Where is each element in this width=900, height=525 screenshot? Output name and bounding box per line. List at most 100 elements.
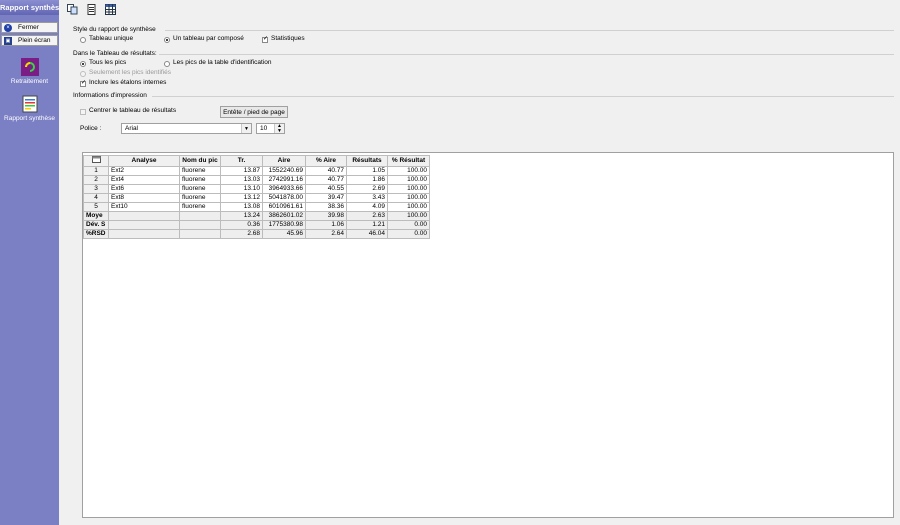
per-compound-radio[interactable]: [164, 37, 170, 43]
results-group-divider: [159, 54, 894, 55]
cell-result-pct: 100.00: [387, 175, 430, 185]
cell-peak-name: fluorene: [179, 184, 221, 194]
col-header-analysis[interactable]: Analyse: [108, 155, 180, 167]
cell-peak-name: fluorene: [179, 202, 221, 212]
reprocess-label: Retraitement: [10, 78, 49, 85]
single-table-radio[interactable]: [80, 37, 86, 43]
table-row[interactable]: 3 Ext6 fluorene 13.10 3964933.66 40.55 2…: [83, 184, 430, 194]
single-table-label: Tableau unique: [89, 35, 134, 42]
cell-analysis: Ext10: [108, 202, 180, 212]
sidebar-title: Rapport synthèse: [0, 0, 59, 15]
col-header-area[interactable]: Aire: [262, 155, 306, 167]
cell-rt: 13.03: [220, 175, 263, 185]
print-group-title: Informations d'impression: [73, 92, 147, 99]
summary-row-mean: Moye 13.24 3862601.02 39.98 2.63 100.00: [83, 211, 430, 221]
reprocess-tool[interactable]: Retraitement: [0, 58, 59, 85]
summary-label: Dév. S: [83, 220, 109, 230]
row-number: 1: [83, 166, 109, 176]
table-icon[interactable]: [105, 4, 116, 15]
cell-area-pct: 38.36: [305, 202, 347, 212]
cell-area: 3964933.66: [262, 184, 306, 194]
cell-results: 2.63: [346, 211, 388, 221]
table-row[interactable]: 5 Ext10 fluorene 13.08 6010961.61 38.36 …: [83, 202, 430, 212]
cell-result-pct: 100.00: [387, 166, 430, 176]
cell-area: 1775380.98: [262, 220, 306, 230]
cell-analysis: [108, 211, 180, 221]
header-footer-button[interactable]: Entête / pied de page: [220, 106, 288, 118]
font-size-spinner[interactable]: 10 ▲ ▼: [256, 123, 285, 134]
cell-result-pct: 100.00: [387, 202, 430, 212]
cell-results: 1.21: [346, 220, 388, 230]
results-group-title: Dans le Tableau de résultats:: [73, 50, 157, 57]
cell-results: 1.05: [346, 166, 388, 176]
identified-only-label: Seulement les pics identifiés: [89, 69, 172, 76]
col-header-area-pct[interactable]: % Aire: [305, 155, 347, 167]
cell-analysis: Ext4: [108, 175, 180, 185]
cell-results: 46.04: [346, 229, 388, 239]
cell-rt: 13.08: [220, 202, 263, 212]
summary-report-tool[interactable]: Rapport synthèse: [0, 95, 59, 122]
fullscreen-icon: ▣: [4, 37, 12, 45]
include-internal-std-label: Inclure les étalons internes: [89, 79, 167, 86]
center-table-checkbox[interactable]: [80, 109, 86, 115]
spinner-arrows-icon[interactable]: ▲ ▼: [274, 124, 284, 134]
cell-result-pct: 100.00: [387, 211, 430, 221]
cell-rt: 13.87: [220, 166, 263, 176]
cell-area-pct: 40.77: [305, 166, 347, 176]
statistics-checkbox[interactable]: [262, 35, 268, 43]
chevron-down-icon[interactable]: ▼: [241, 124, 251, 133]
col-header-results[interactable]: Résultats: [346, 155, 388, 167]
center-table-label: Centrer le tableau de résultats: [89, 107, 177, 114]
style-group-title: Style du rapport de synthèse: [73, 26, 156, 33]
cell-area: 5041878.00: [262, 193, 306, 203]
cell-analysis: Ext2: [108, 166, 180, 176]
results-table: Analyse Nom du pic Tr. Aire % Aire Résul…: [83, 155, 430, 239]
close-button[interactable]: × Fermer: [1, 22, 58, 33]
table-row[interactable]: 4 Ext8 fluorene 13.12 5041878.00 39.47 3…: [83, 193, 430, 203]
cell-rt: 13.12: [220, 193, 263, 203]
cell-result-pct: 0.00: [387, 229, 430, 239]
col-header-result-pct[interactable]: % Résultat: [387, 155, 430, 167]
cell-peak-name: fluorene: [179, 175, 221, 185]
cell-area-pct: 40.55: [305, 184, 347, 194]
cell-rt: 0.36: [220, 220, 263, 230]
summary-row-stddev: Dév. S 0.36 1775380.98 1.06 1.21 0.00: [83, 220, 430, 230]
cell-analysis: Ext6: [108, 184, 180, 194]
table-corner-icon[interactable]: [83, 155, 109, 167]
all-peaks-radio[interactable]: [80, 61, 86, 67]
cell-area-pct: 39.98: [305, 211, 347, 221]
summary-label: Moye: [83, 211, 109, 221]
print-icon[interactable]: [86, 4, 97, 15]
sidebar: Rapport synthèse × Fermer ▣ Plein écran …: [0, 0, 59, 525]
font-label: Police :: [80, 125, 102, 132]
col-header-peak-name[interactable]: Nom du pic: [179, 155, 221, 167]
row-number: 4: [83, 193, 109, 203]
cell-area: 1552240.69: [262, 166, 306, 176]
close-label: Fermer: [18, 24, 39, 31]
include-internal-std-checkbox[interactable]: [80, 79, 86, 87]
table-row[interactable]: 2 Ext4 fluorene 13.03 2742991.16 40.77 1…: [83, 175, 430, 185]
cell-results: 3.43: [346, 193, 388, 203]
row-number: 3: [83, 184, 109, 194]
id-table-peaks-radio[interactable]: [164, 61, 170, 67]
copy-icon[interactable]: [67, 4, 78, 15]
font-select-value: Arial: [125, 125, 139, 132]
identified-only-radio: [80, 71, 86, 77]
cell-results: 2.69: [346, 184, 388, 194]
col-header-rt[interactable]: Tr.: [220, 155, 263, 167]
cell-peak-name: fluorene: [179, 193, 221, 203]
table-header-row: Analyse Nom du pic Tr. Aire % Aire Résul…: [83, 155, 430, 167]
row-number: 2: [83, 175, 109, 185]
statistics-label: Statistiques: [271, 35, 305, 42]
id-table-peaks-label: Les pics de la table d'identification: [173, 59, 272, 66]
font-size-value: 10: [260, 125, 268, 132]
table-row[interactable]: 1 Ext2 fluorene 13.87 1552240.69 40.77 1…: [83, 166, 430, 176]
close-icon: ×: [4, 24, 12, 32]
cell-area-pct: 39.47: [305, 193, 347, 203]
cell-results: 1.86: [346, 175, 388, 185]
cell-analysis: [108, 229, 180, 239]
font-select[interactable]: Arial ▼: [121, 123, 252, 134]
cell-peak-name: [179, 220, 221, 230]
all-peaks-label: Tous les pics: [89, 59, 127, 66]
fullscreen-button[interactable]: ▣ Plein écran: [1, 35, 58, 46]
